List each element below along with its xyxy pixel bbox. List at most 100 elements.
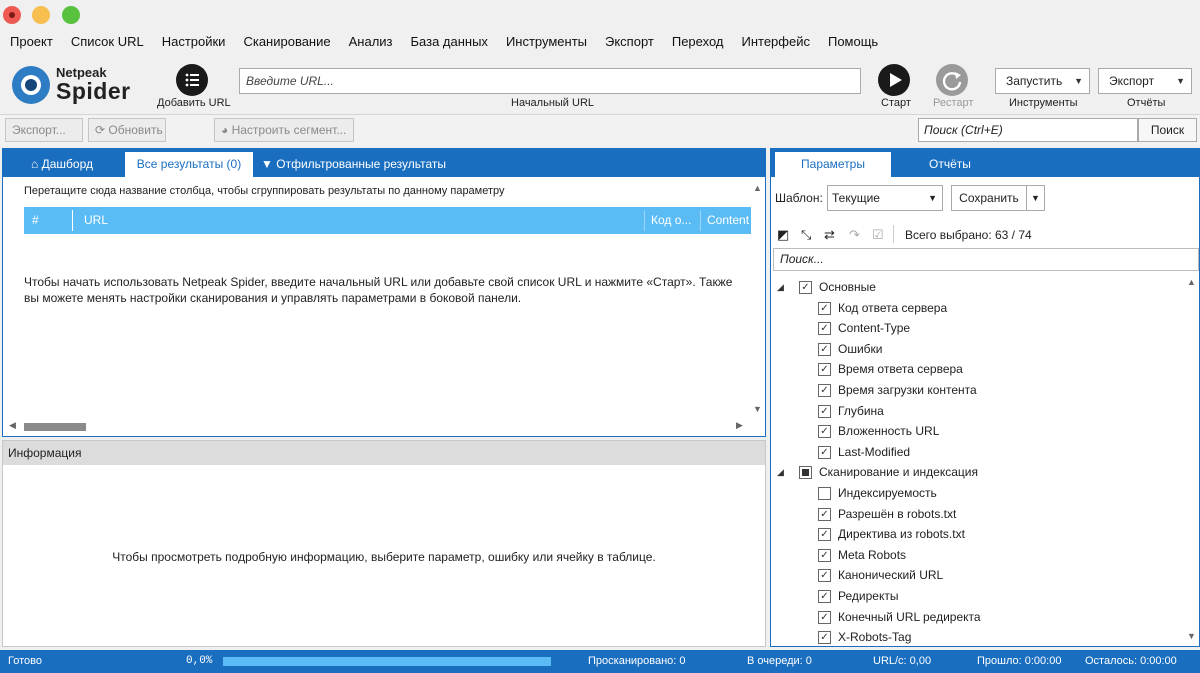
run-dropdown-label: Запустить: [1006, 74, 1063, 88]
parameter-item[interactable]: Индексируемость: [771, 483, 1181, 503]
tab-filtered-results[interactable]: ▼ Отфильтрованные результаты: [261, 152, 446, 177]
column-status-code[interactable]: Код о...: [651, 207, 697, 234]
parameter-checkbox[interactable]: [818, 487, 831, 500]
swap-icon[interactable]: ⇄: [824, 227, 835, 243]
tab-parameters[interactable]: Параметры: [775, 152, 891, 177]
parameter-item[interactable]: ✓ Глубина: [771, 401, 1181, 421]
parameter-item[interactable]: ✓ Разрешён в robots.txt: [771, 504, 1181, 524]
parameter-group[interactable]: ◢ ✓ Основные: [771, 277, 1181, 297]
parameter-item[interactable]: ✓ X-Robots-Tag: [771, 627, 1181, 645]
column-content-type[interactable]: Content: [707, 207, 751, 234]
scroll-up-icon[interactable]: ▲: [753, 183, 762, 193]
parameter-checkbox[interactable]: ✓: [818, 631, 831, 645]
menu-database[interactable]: База данных: [402, 32, 497, 52]
status-bar: Готово 0,0% Просканировано: 0 В очереди:…: [0, 650, 1200, 673]
parameter-group[interactable]: ◢ Сканирование и индексация: [771, 462, 1181, 482]
parameter-checkbox[interactable]: ✓: [818, 322, 831, 336]
run-dropdown[interactable]: Запустить ▼: [995, 68, 1090, 94]
parameter-item[interactable]: ✓ Ошибки: [771, 339, 1181, 359]
menu-url-list[interactable]: Список URL: [62, 32, 153, 52]
search-input[interactable]: Поиск (Ctrl+E): [918, 118, 1138, 142]
column-url[interactable]: URL: [84, 207, 634, 234]
export-button[interactable]: Экспорт...: [5, 118, 83, 142]
menu-settings[interactable]: Настройки: [153, 32, 235, 52]
check-all-icon[interactable]: ☑: [872, 227, 884, 243]
parameters-search-input[interactable]: Поиск...: [773, 248, 1199, 271]
start-url-input[interactable]: Введите URL...: [239, 68, 861, 94]
tab-reports[interactable]: Отчёты: [895, 152, 1005, 177]
menu-tools[interactable]: Инструменты: [497, 32, 596, 52]
tab-dashboard-label: Дашборд: [41, 157, 93, 171]
menu-interface[interactable]: Интерфейс: [733, 32, 819, 52]
parameter-checkbox[interactable]: ✓: [818, 384, 831, 397]
table-header: # URL Код о... Content: [24, 207, 751, 234]
vertical-scrollbar[interactable]: ▲ ▼: [1183, 275, 1199, 647]
scroll-down-icon[interactable]: ▼: [1187, 631, 1196, 641]
eraser-icon[interactable]: ◩: [777, 227, 789, 243]
parameter-checkbox[interactable]: ✓: [818, 569, 831, 583]
parameter-item[interactable]: ✓ Last-Modified: [771, 442, 1181, 462]
parameter-item[interactable]: ✓ Вложенность URL: [771, 421, 1181, 441]
parameter-checkbox[interactable]: ✓: [818, 363, 831, 377]
search-button[interactable]: Поиск: [1138, 118, 1197, 142]
menu-help[interactable]: Помощь: [819, 32, 887, 52]
save-template-button[interactable]: Сохранить: [951, 185, 1027, 211]
template-label: Шаблон:: [775, 191, 823, 205]
group-checkbox[interactable]: ✓: [799, 281, 812, 294]
parameter-item[interactable]: ✓ Время загрузки контента: [771, 380, 1181, 400]
column-resize-handle[interactable]: [72, 210, 73, 231]
scroll-down-icon[interactable]: ▼: [753, 404, 762, 414]
parameter-checkbox[interactable]: ✓: [818, 548, 831, 562]
restart-button[interactable]: [936, 64, 968, 96]
play-icon: [890, 73, 902, 87]
template-dropdown[interactable]: Текущие ▼: [827, 185, 943, 211]
parameter-checkbox[interactable]: ✓: [818, 528, 831, 542]
parameter-item[interactable]: ✓ Редиректы: [771, 586, 1181, 606]
add-url-button[interactable]: [176, 64, 208, 96]
menu-project[interactable]: Проект: [0, 32, 62, 52]
scrollbar-thumb[interactable]: [24, 423, 86, 431]
parameter-item[interactable]: ✓ Код ответа сервера: [771, 298, 1181, 318]
menu-analysis[interactable]: Анализ: [340, 32, 402, 52]
parameter-item[interactable]: ✓ Meta Robots: [771, 545, 1181, 565]
scroll-up-icon[interactable]: ▲: [1187, 277, 1196, 287]
column-number[interactable]: #: [32, 207, 62, 234]
parameter-item[interactable]: ✓ Content-Type: [771, 318, 1181, 338]
menu-export[interactable]: Экспорт: [596, 32, 663, 52]
refresh-button[interactable]: ⟳ Обновить: [88, 118, 166, 142]
menu-navigate[interactable]: Переход: [663, 32, 733, 52]
expand-triangle-icon[interactable]: ◢: [777, 462, 784, 482]
parameter-checkbox[interactable]: ✓: [818, 342, 831, 356]
results-tabs: ⌂ Дашборд Все результаты (0) ▼ Отфильтро…: [3, 149, 765, 177]
parameter-item[interactable]: ✓ Директива из robots.txt: [771, 524, 1181, 544]
save-options-dropdown[interactable]: ▼: [1027, 185, 1045, 211]
parameter-checkbox[interactable]: ✓: [818, 404, 831, 418]
scroll-right-icon[interactable]: ▶: [736, 420, 743, 431]
close-window-button[interactable]: [3, 6, 21, 24]
collapse-icon[interactable]: ⤡: [801, 227, 811, 243]
parameter-checkbox[interactable]: ✓: [818, 445, 831, 459]
parameter-checkbox[interactable]: ✓: [818, 301, 831, 315]
menu-scanning[interactable]: Сканирование: [234, 32, 339, 52]
parameter-checkbox[interactable]: ✓: [818, 610, 831, 624]
share-icon[interactable]: ↷: [849, 227, 860, 243]
maximize-window-button[interactable]: [62, 6, 80, 24]
tab-dashboard[interactable]: ⌂ Дашборд: [31, 152, 93, 177]
expand-triangle-icon[interactable]: ◢: [777, 277, 784, 297]
parameter-label: Meta Robots: [838, 547, 907, 562]
parameter-checkbox[interactable]: ✓: [818, 590, 831, 603]
minimize-window-button[interactable]: [32, 6, 50, 24]
parameter-checkbox[interactable]: ✓: [818, 507, 831, 521]
parameter-item[interactable]: ✓ Канонический URL: [771, 565, 1181, 585]
group-checkbox[interactable]: [799, 466, 812, 480]
export-dropdown[interactable]: Экспорт ▼: [1098, 68, 1192, 94]
start-button[interactable]: [878, 64, 910, 96]
parameter-checkbox[interactable]: ✓: [818, 425, 831, 439]
group-label: Основные: [819, 280, 876, 294]
parameter-item[interactable]: ✓ Время ответа сервера: [771, 359, 1181, 379]
tab-all-results[interactable]: Все результаты (0): [125, 152, 253, 177]
parameter-item[interactable]: ✓ Конечный URL редиректа: [771, 607, 1181, 627]
segment-button[interactable]: ◕ Настроить сегмент...: [214, 118, 354, 142]
horizontal-scrollbar[interactable]: ◀ ▶: [3, 417, 765, 435]
scroll-left-icon[interactable]: ◀: [9, 420, 16, 431]
